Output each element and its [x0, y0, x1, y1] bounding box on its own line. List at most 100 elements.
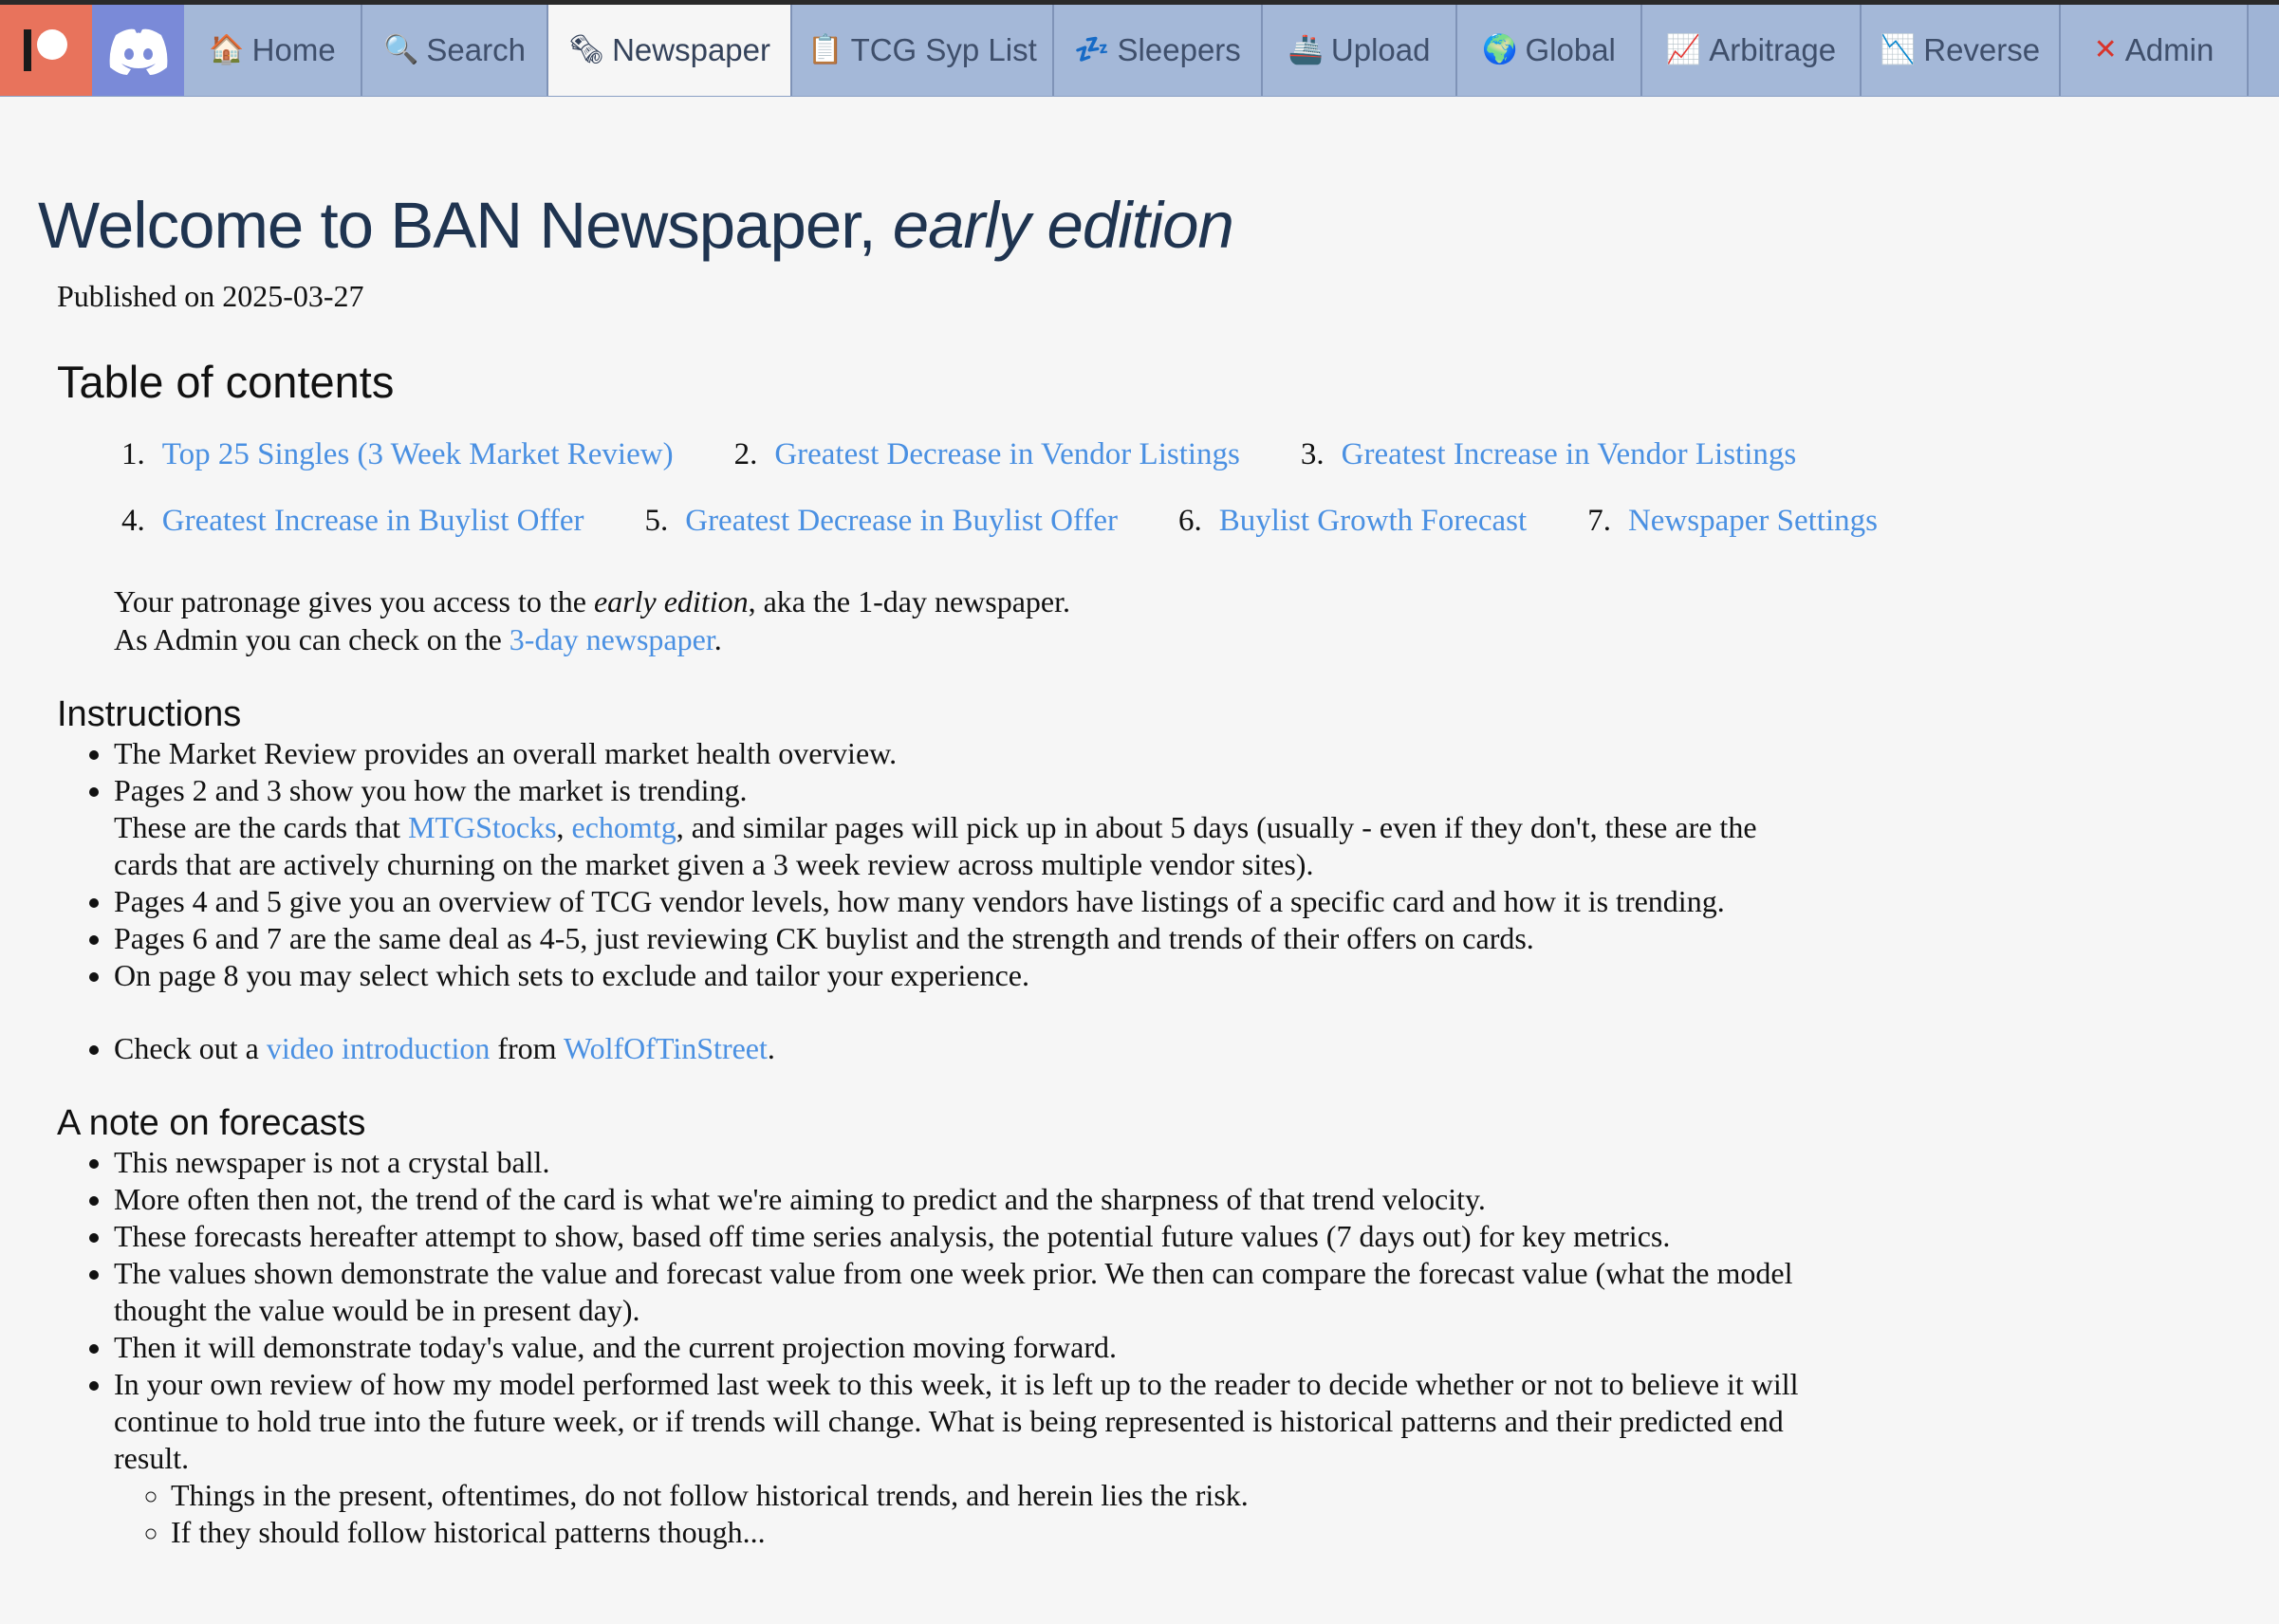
toc-item: 5. Greatest Decrease in Buylist Offer — [644, 504, 1117, 539]
toc-number: 6. — [1177, 503, 1202, 538]
toc-item: 1. Top 25 Singles (3 Week Market Review) — [121, 437, 674, 472]
list-item-text: Pages 2 and 3 show you how the market is… — [114, 773, 748, 807]
list-item: On page 8 you may select which sets to e… — [114, 957, 1803, 994]
tab-sleepers[interactable]: 💤 Sleepers — [1054, 5, 1263, 96]
tab-global[interactable]: 🌍 Global — [1457, 5, 1642, 96]
toc-link-increase-vendor-listings[interactable]: Greatest Increase in Vendor Listings — [1342, 437, 1797, 471]
list-item: The Market Review provides an overall ma… — [114, 735, 1803, 772]
toc-row: 1. Top 25 Singles (3 Week Market Review) … — [121, 421, 2241, 488]
toc-link-buylist-growth-forecast[interactable]: Buylist Growth Forecast — [1219, 504, 1527, 538]
globe-icon: 🌍 — [1482, 34, 1518, 65]
echomtg-link[interactable]: echomtg — [572, 810, 676, 844]
toc-number: 1. — [121, 436, 145, 471]
newspaper-icon: 🗞 — [567, 34, 605, 65]
toc-row: 4. Greatest Increase in Buylist Offer 5. G… — [121, 488, 2241, 554]
patron-note: Your patronage gives you access to the e… — [114, 582, 2241, 658]
sub-list-item: If they should follow historical pattern… — [171, 1514, 1803, 1551]
main-content: Welcome to BAN Newspaper, early edition … — [0, 188, 2279, 1551]
discord-icon[interactable] — [92, 5, 184, 96]
wolfoftinstreet-link[interactable]: WolfOfTinStreet — [564, 1031, 768, 1065]
tab-arbitrage[interactable]: 📈 Arbitrage — [1642, 5, 1862, 96]
list-item: These forecasts hereafter attempt to sho… — [114, 1218, 1803, 1255]
toc-link-decrease-vendor-listings[interactable]: Greatest Decrease in Vendor Listings — [774, 437, 1240, 471]
sub-list-item: Things in the present, oftentimes, do no… — [171, 1477, 1803, 1514]
page-title-text: Welcome to BAN Newspaper, — [38, 189, 893, 262]
toc-heading: Table of contents — [57, 357, 395, 407]
list-item: Then it will demonstrate today's value, … — [114, 1329, 1803, 1366]
list-item: In your own review of how my model perfo… — [114, 1366, 1803, 1551]
chart-down-icon: 📉 — [1880, 34, 1917, 65]
published-date: Published on 2025-03-27 — [57, 279, 364, 313]
house-icon: 🏠 — [209, 34, 245, 65]
chart-up-icon: 📈 — [1665, 34, 1702, 65]
list-item-text: . — [767, 1031, 775, 1065]
list-item: This newspaper is not a crystal ball. — [114, 1144, 1803, 1181]
tab-label: Home — [251, 32, 336, 67]
tab-search[interactable]: 🔍 Search — [362, 5, 548, 96]
toc-number: 3. — [1300, 436, 1325, 471]
three-day-newspaper-link[interactable]: 3-day newspaper — [510, 622, 714, 656]
toc-link-top-25-singles[interactable]: Top 25 Singles (3 Week Market Review) — [162, 437, 674, 471]
list-item-text: These are the cards that — [114, 810, 409, 844]
tab-label: Reverse — [1923, 32, 2041, 67]
tab-upload[interactable]: 🚢 Upload — [1263, 5, 1457, 96]
toc-number: 7. — [1587, 503, 1611, 538]
toc-number: 2. — [733, 436, 758, 471]
toc-item: 4. Greatest Increase in Buylist Offer — [121, 504, 584, 539]
page-title-edition: early edition — [892, 189, 1234, 262]
tab-home[interactable]: 🏠 Home — [184, 5, 362, 96]
instructions-heading: Instructions — [57, 694, 242, 734]
tab-label: Admin — [2124, 32, 2214, 67]
patron-text: , aka the 1-day newspaper. — [748, 584, 1071, 618]
patron-line-1: Your patronage gives you access to the e… — [114, 582, 2241, 620]
table-of-contents: 1. Top 25 Singles (3 Week Market Review) … — [121, 421, 2241, 554]
zzz-icon: 💤 — [1074, 34, 1110, 65]
forecasts-heading: A note on forecasts — [57, 1103, 366, 1143]
list-spacer — [114, 994, 1803, 1030]
list-item: Pages 6 and 7 are the same deal as 4-5, … — [114, 920, 1803, 957]
main-nav: 🏠 Home 🔍 Search 🗞 Newspaper 📋 TCG Syp Li… — [0, 5, 2279, 97]
toc-link-increase-buylist-offer[interactable]: Greatest Increase in Buylist Offer — [162, 504, 584, 538]
video-introduction-link[interactable]: video introduction — [267, 1031, 491, 1065]
sub-list: Things in the present, oftentimes, do no… — [114, 1477, 1803, 1551]
tab-label: Search — [426, 32, 526, 67]
patron-text: Your patronage gives you access to the — [114, 584, 594, 618]
tab-label: Newspaper — [612, 32, 770, 67]
tab-admin[interactable]: ✕ Admin — [2061, 5, 2249, 96]
tab-newspaper[interactable]: 🗞 Newspaper — [548, 5, 792, 96]
tab-label: Global — [1525, 32, 1616, 67]
list-item-text: from — [490, 1031, 564, 1065]
toc-number: 5. — [644, 503, 669, 538]
tab-label: TCG Syp List — [850, 32, 1037, 67]
tab-label: Arbitrage — [1709, 32, 1837, 67]
list-item-text: , — [556, 810, 572, 844]
tab-tcg-syp-list[interactable]: 📋 TCG Syp List — [792, 5, 1054, 96]
toc-number: 4. — [121, 503, 145, 538]
tab-label: Upload — [1330, 32, 1431, 67]
toc-item: 7. Newspaper Settings — [1587, 504, 1878, 539]
cross-icon: ✕ — [2093, 34, 2118, 65]
toc-link-decrease-buylist-offer[interactable]: Greatest Decrease in Buylist Offer — [685, 504, 1118, 538]
list-item: Check out a video introduction from Wolf… — [114, 1030, 1803, 1067]
patron-text: . — [713, 622, 722, 656]
list-item: Pages 4 and 5 give you an overview of TC… — [114, 883, 1803, 920]
patron-line-2: As Admin you can check on the 3-day news… — [114, 620, 2241, 658]
tab-reverse[interactable]: 📉 Reverse — [1862, 5, 2061, 96]
tab-label: Sleepers — [1117, 32, 1241, 67]
list-item: The values shown demonstrate the value a… — [114, 1255, 1803, 1329]
magnifier-icon: 🔍 — [383, 34, 419, 65]
toc-item: 3. Greatest Increase in Vendor Listings — [1301, 437, 1796, 472]
clipboard-icon: 📋 — [807, 34, 843, 65]
list-item-text: In your own review of how my model perfo… — [114, 1367, 1799, 1475]
list-item-text: Check out a — [114, 1031, 267, 1065]
patreon-icon[interactable] — [0, 5, 92, 96]
toc-item: 2. Greatest Decrease in Vendor Listings — [734, 437, 1240, 472]
mtgstocks-link[interactable]: MTGStocks — [408, 810, 556, 844]
forecasts-list: This newspaper is not a crystal ball. Mo… — [114, 1144, 2241, 1551]
page-title: Welcome to BAN Newspaper, early edition — [38, 188, 2241, 264]
patron-text: As Admin you can check on the — [114, 622, 510, 656]
list-item: Pages 2 and 3 show you how the market is… — [114, 772, 1803, 883]
toc-link-newspaper-settings[interactable]: Newspaper Settings — [1628, 504, 1878, 538]
list-item: More often then not, the trend of the ca… — [114, 1181, 1803, 1218]
patron-edition: early edition — [593, 584, 749, 618]
